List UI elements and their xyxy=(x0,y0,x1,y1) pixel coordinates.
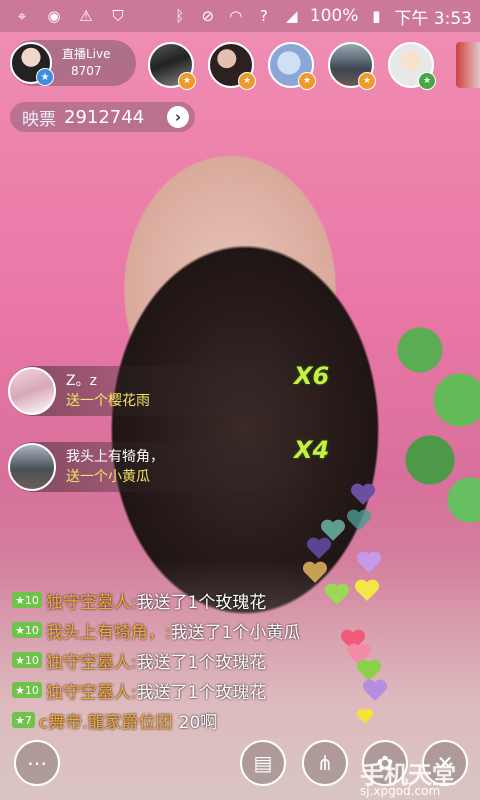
ticket-value: 2912744 xyxy=(64,106,145,128)
wifi-icon: ◠ xyxy=(229,7,243,25)
status-bar: ⌖ ◉ ⚠ ⛉ ᛒ ⊘ ◠ ? ◢ 100% ▮ 下午 3:53 xyxy=(0,0,480,32)
level-star-icon: ★ xyxy=(178,72,196,90)
plant-decoration xyxy=(390,310,480,530)
chat-list: ★ 10 独守空墓人: 我送了1个玫瑰花 ★ 10 我头上有犄角，: 我送了1个小黄… xyxy=(12,585,372,735)
signal-icon: ◢ xyxy=(286,7,298,25)
gift-user-avatar[interactable] xyxy=(8,443,56,491)
share-button[interactable]: ⋔ xyxy=(302,740,348,786)
battery-icon: ▮ xyxy=(372,7,381,25)
heart-icon xyxy=(346,509,372,531)
heart-icon xyxy=(306,537,332,559)
watermark-url: sj.xpgod.com xyxy=(360,784,441,798)
chat-user-name[interactable]: 独守空墓人: xyxy=(46,588,137,613)
gift-text: 我头上有犄角， 送一个小黄瓜 xyxy=(66,447,164,487)
clock: 下午 3:53 xyxy=(394,8,472,29)
level-badge: ★ 7 xyxy=(12,712,35,728)
viewer-avatar[interactable]: ★ xyxy=(268,42,316,90)
host-viewer-count: 8707 xyxy=(70,64,102,78)
heart-icon xyxy=(302,561,328,583)
chat-message: ★ 10 独守空墓人: 我送了1个玫瑰花 xyxy=(12,585,372,615)
viewer-avatar[interactable]: ★ xyxy=(328,42,376,90)
level-star-icon: ★ xyxy=(418,72,436,90)
chat-button[interactable]: ▤ xyxy=(240,740,286,786)
viewer-avatar[interactable]: ★ xyxy=(388,42,436,90)
chat-user-name[interactable]: c舞帝.龍家爵位团 xyxy=(39,708,173,733)
shield-icon: ⛉ xyxy=(112,7,124,25)
battery-percent: 100% xyxy=(309,6,359,26)
gift-combo-count: X6 xyxy=(294,362,330,390)
chat-text: 20啊 xyxy=(178,712,218,733)
gift-message: 送一个樱花雨 xyxy=(66,393,150,409)
verified-star-icon: ★ xyxy=(36,68,54,86)
viewer-avatar[interactable]: ★ xyxy=(208,42,256,90)
chat-user-name[interactable]: 我头上有犄角，: xyxy=(46,618,171,643)
gift-text: Z。z 送一个樱花雨 xyxy=(66,371,150,411)
chevron-right-icon[interactable]: › xyxy=(167,106,189,128)
mute-icon: ⊘ xyxy=(201,7,215,25)
sim-icon: ? xyxy=(259,7,268,25)
chat-user-name[interactable]: 独守空墓人: xyxy=(46,648,137,673)
message-icon: ▤ xyxy=(253,751,273,775)
ticket-label: 映票 xyxy=(22,109,56,130)
level-star-icon: ★ xyxy=(298,72,316,90)
heart-icon xyxy=(350,483,376,505)
gift-notification: 我头上有犄角， 送一个小黄瓜 xyxy=(8,442,298,492)
level-badge: ★ 10 xyxy=(12,622,42,638)
more-button[interactable]: ⋯ xyxy=(14,740,60,786)
gift-notification: Z。z 送一个樱花雨 xyxy=(8,366,298,416)
chat-bubble-icon: ◉ xyxy=(47,7,61,25)
host-text: 直播Live 8707 xyxy=(62,46,111,80)
warning-icon: ⚠ xyxy=(79,7,93,25)
ellipsis-icon: ⋯ xyxy=(27,751,47,775)
viewer-avatar[interactable]: ★ xyxy=(148,42,196,90)
gift-combo-count: X4 xyxy=(294,436,330,464)
host-avatar[interactable]: ★ xyxy=(10,42,54,86)
chat-message: ★ 10 独守空墓人: 我送了1个玫瑰花 xyxy=(12,675,372,705)
gift-user-name: 我头上有犄角， xyxy=(66,449,164,465)
chat-text: 我送了1个玫瑰花 xyxy=(136,652,267,673)
gift-message: 送一个小黄瓜 xyxy=(66,469,150,485)
chat-text: 我送了1个玫瑰花 xyxy=(136,682,267,703)
share-icon: ⋔ xyxy=(316,751,334,775)
chat-message: ★ 10 独守空墓人: 我送了1个玫瑰花 xyxy=(12,645,372,675)
level-badge: ★ 10 xyxy=(12,592,42,608)
gift-user-name: Z。z xyxy=(66,373,97,389)
ticket-pill[interactable]: 映票 2912744 › xyxy=(10,102,195,132)
viewer-avatar-partial[interactable] xyxy=(456,42,480,88)
chat-text: 我送了1个小黄瓜 xyxy=(170,622,301,643)
host-info[interactable]: ★ 直播Live 8707 xyxy=(10,40,136,86)
gift-user-avatar[interactable] xyxy=(8,367,56,415)
level-star-icon: ★ xyxy=(358,72,376,90)
chat-message: ★ 10 我头上有犄角，: 我送了1个小黄瓜 xyxy=(12,615,372,645)
level-badge: ★ 10 xyxy=(12,682,42,698)
bluetooth-icon: ᛒ xyxy=(175,7,185,25)
host-title: 直播Live xyxy=(62,47,111,61)
viewer-avatar-list: ★ ★ ★ ★ ★ xyxy=(148,42,436,90)
status-icons-left: ⌖ ◉ ⚠ ⛉ xyxy=(0,6,128,26)
status-icons-right: ᛒ ⊘ ◠ ? ◢ 100% ▮ 下午 3:53 xyxy=(170,4,480,29)
level-star-icon: ★ xyxy=(238,72,256,90)
chat-message: ★ 7 c舞帝.龍家爵位团 20啊 xyxy=(12,705,372,735)
crosshair-icon: ⌖ xyxy=(17,7,27,25)
heart-icon xyxy=(356,551,382,573)
level-badge: ★ 10 xyxy=(12,652,42,668)
chat-text: 我送了1个玫瑰花 xyxy=(136,592,267,613)
chat-user-name[interactable]: 独守空墓人: xyxy=(46,678,137,703)
